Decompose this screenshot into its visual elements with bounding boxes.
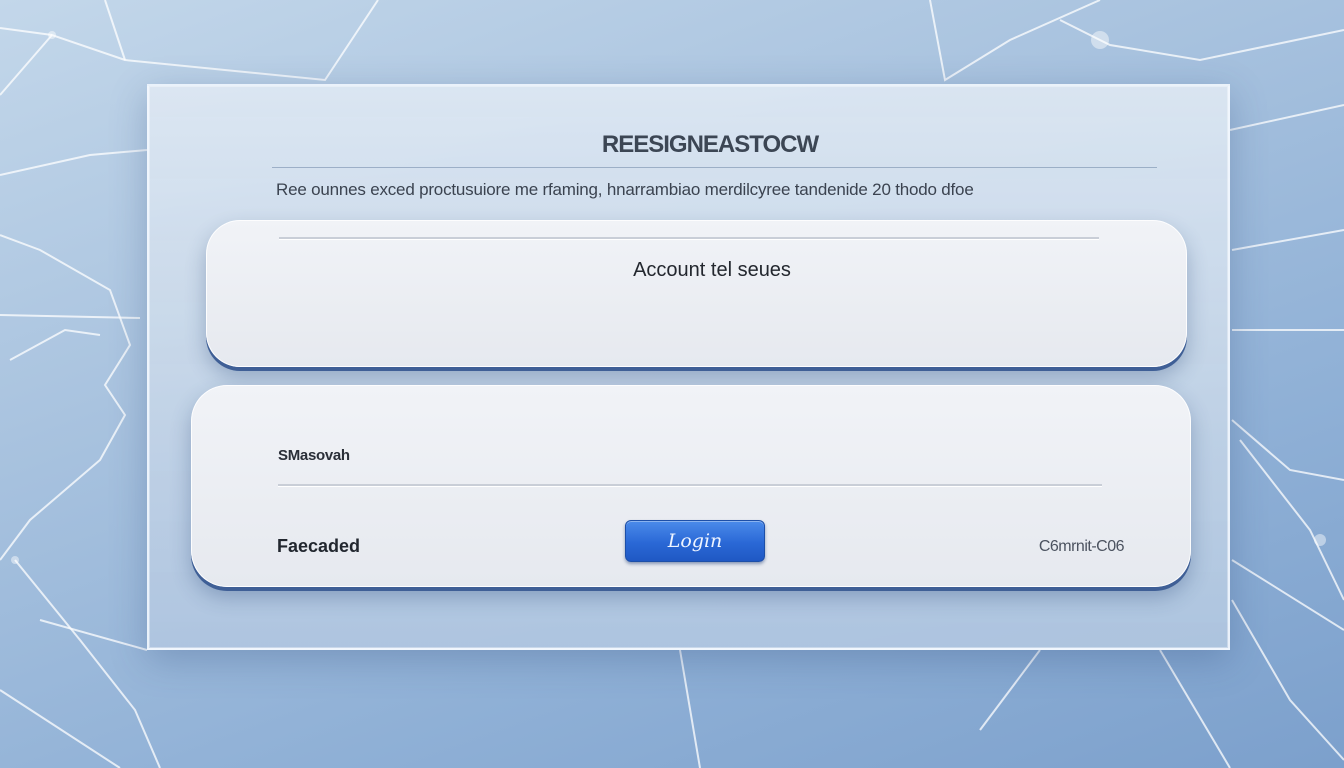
footer-right-link[interactable]: C6mrnit-C06: [1039, 538, 1125, 556]
account-card[interactable]: Account tel seues: [206, 220, 1187, 367]
username-field-label: SMasovah: [278, 447, 350, 464]
account-input-line: [279, 237, 1099, 239]
header-divider: [272, 167, 1157, 168]
footer-left-link[interactable]: Faecaded: [277, 536, 360, 557]
page-title: REESIGNEASTOCW: [601, 131, 819, 158]
account-label: Account tel seues: [633, 259, 791, 281]
login-button[interactable]: Login: [625, 520, 765, 562]
login-card: SMasovah Faecaded Login C6mrnit-C06: [191, 385, 1191, 587]
page-subtitle: Ree ounnes exced proctusuiore me rfaming…: [276, 180, 974, 199]
username-input[interactable]: [278, 484, 1102, 486]
